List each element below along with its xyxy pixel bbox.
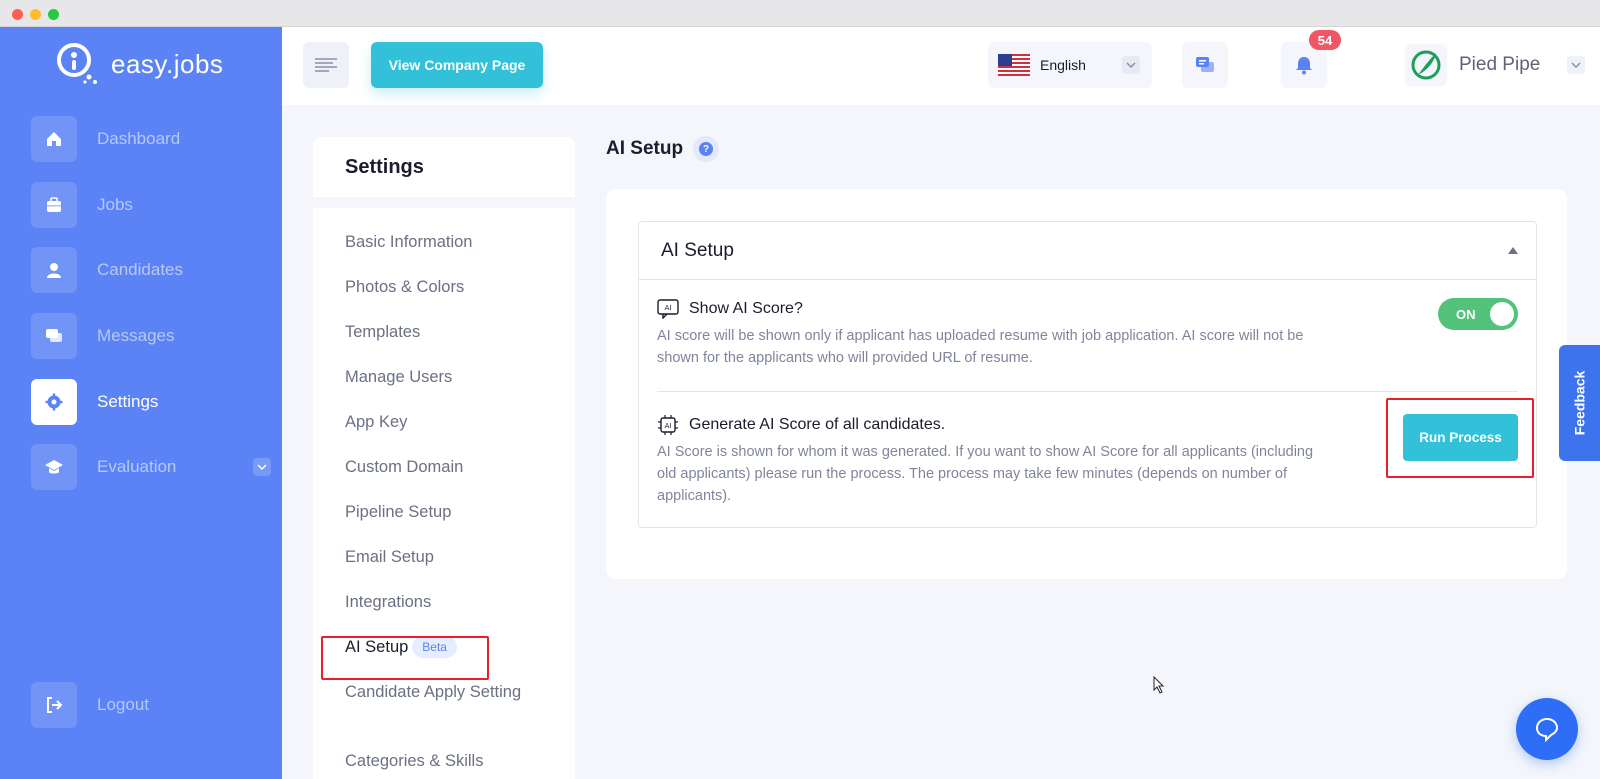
support-chat-button[interactable] <box>1516 698 1578 760</box>
brand-logo[interactable]: easy.jobs <box>55 41 223 87</box>
messages-button[interactable] <box>1182 42 1228 88</box>
ai-chip-icon: AI <box>657 414 679 436</box>
sidebar-item-label: Jobs <box>97 195 133 214</box>
graduation-cap-icon <box>31 444 77 490</box>
chat-icon <box>1196 57 1214 72</box>
collapse-arrow-icon[interactable] <box>1508 247 1518 254</box>
panel-title: AI Setup <box>661 239 734 261</box>
settings-item-email-setup[interactable]: Email Setup <box>345 545 434 570</box>
settings-item-manage-users[interactable]: Manage Users <box>345 365 452 390</box>
settings-menu: Basic Information Photos & Colors Templa… <box>313 208 575 779</box>
settings-item-basic-information[interactable]: Basic Information <box>345 230 472 255</box>
chevron-down-icon[interactable] <box>253 458 271 476</box>
sidebar-item-candidates[interactable]: Candidates <box>31 247 271 293</box>
svg-text:AI: AI <box>665 422 672 430</box>
panel-header[interactable]: AI Setup <box>639 222 1536 280</box>
sidebar-item-dashboard[interactable]: Dashboard <box>31 116 271 162</box>
close-window-button[interactable] <box>12 9 23 20</box>
notification-count-badge: 54 <box>1309 30 1341 50</box>
feedback-tab[interactable]: Feedback <box>1559 345 1600 461</box>
bell-icon <box>1296 57 1312 75</box>
briefcase-icon <box>31 182 77 228</box>
question-mark-icon: ? <box>699 142 714 156</box>
settings-item-pipeline-setup[interactable]: Pipeline Setup <box>345 500 451 525</box>
home-icon <box>31 116 77 162</box>
company-name: Pied Pipe <box>1459 54 1541 75</box>
sidebar-item-label: Settings <box>97 392 159 411</box>
sidebar-item-label: Dashboard <box>97 129 181 148</box>
feedback-label: Feedback <box>1571 370 1588 436</box>
window-titlebar <box>0 0 1600 27</box>
view-company-page-button[interactable]: View Company Page <box>371 42 543 88</box>
gear-icon <box>31 379 77 425</box>
company-logo-icon <box>1405 44 1447 86</box>
highlight-run-process <box>1386 398 1534 478</box>
maximize-window-button[interactable] <box>48 9 59 20</box>
sidebar-item-jobs[interactable]: Jobs <box>31 182 271 228</box>
top-header: View Company Page English 54 Pied Pipe <box>282 27 1600 105</box>
highlight-ai-setup-menu <box>321 636 489 680</box>
mouse-cursor-icon <box>1153 676 1165 694</box>
language-selector[interactable]: English <box>988 42 1152 88</box>
company-switcher[interactable]: Pied Pipe <box>1405 42 1540 88</box>
settings-item-app-key[interactable]: App Key <box>345 410 407 435</box>
sidebar-item-label: Candidates <box>97 260 184 279</box>
sidebar-item-label: Logout <box>97 695 149 714</box>
settings-header: Settings <box>313 137 575 197</box>
chat-bubble-icon <box>1535 717 1559 742</box>
sidebar-item-settings[interactable]: Settings <box>31 379 271 425</box>
settings-item-categories-skills[interactable]: Categories & Skills <box>345 749 483 774</box>
generate-ai-score-label: Generate AI Score of all candidates. <box>689 416 946 433</box>
language-label: English <box>1040 57 1086 73</box>
show-ai-score-toggle[interactable]: ON <box>1438 298 1518 330</box>
menu-toggle-button[interactable] <box>303 42 349 88</box>
generate-ai-score-description: AI Score is shown for whom it was genera… <box>657 444 1314 504</box>
settings-title: Settings <box>345 155 424 178</box>
sidebar-item-evaluation[interactable]: Evaluation <box>31 444 271 490</box>
generate-ai-score-title: AI Generate AI Score of all candidates. <box>657 414 945 436</box>
settings-item-photos-colors[interactable]: Photos & Colors <box>345 275 464 300</box>
settings-item-custom-domain[interactable]: Custom Domain <box>345 455 463 480</box>
logout-icon <box>31 682 77 728</box>
show-ai-score-label: Show AI Score? <box>689 300 803 317</box>
section-divider <box>657 391 1518 392</box>
ai-chat-icon: AI <box>657 298 679 320</box>
chevron-down-icon <box>1122 56 1140 74</box>
us-flag-icon <box>998 54 1030 76</box>
hamburger-icon <box>315 58 337 72</box>
page-title: AI Setup ? <box>606 136 720 162</box>
settings-item-integrations[interactable]: Integrations <box>345 590 431 615</box>
toggle-knob <box>1490 302 1514 326</box>
show-ai-score-title: AI Show AI Score? <box>657 298 803 320</box>
user-icon <box>31 247 77 293</box>
sidebar-item-messages[interactable]: Messages <box>31 313 271 359</box>
toggle-state-label: ON <box>1456 307 1476 322</box>
settings-item-candidate-apply-setting[interactable]: Candidate Apply Setting <box>345 680 545 705</box>
svg-text:AI: AI <box>665 304 672 312</box>
app-window: easy.jobs Dashboard Jobs Candidates Mess… <box>0 0 1600 779</box>
chat-icon <box>31 313 77 359</box>
sidebar-item-label: Evaluation <box>97 457 177 476</box>
settings-item-templates[interactable]: Templates <box>345 320 420 345</box>
chevron-down-icon[interactable] <box>1567 56 1585 74</box>
page-title-text: AI Setup <box>606 138 684 159</box>
sidebar-item-label: Messages <box>97 326 175 345</box>
minimize-window-button[interactable] <box>30 9 41 20</box>
help-icon[interactable]: ? <box>693 136 720 162</box>
sidebar-item-logout[interactable]: Logout <box>31 682 271 728</box>
brand-name: easy.jobs <box>111 48 224 79</box>
easyjobs-logo-icon <box>57 43 97 84</box>
show-ai-score-description: AI score will be shown only if applicant… <box>657 328 1304 366</box>
sidebar: easy.jobs Dashboard Jobs Candidates Mess… <box>0 27 282 779</box>
